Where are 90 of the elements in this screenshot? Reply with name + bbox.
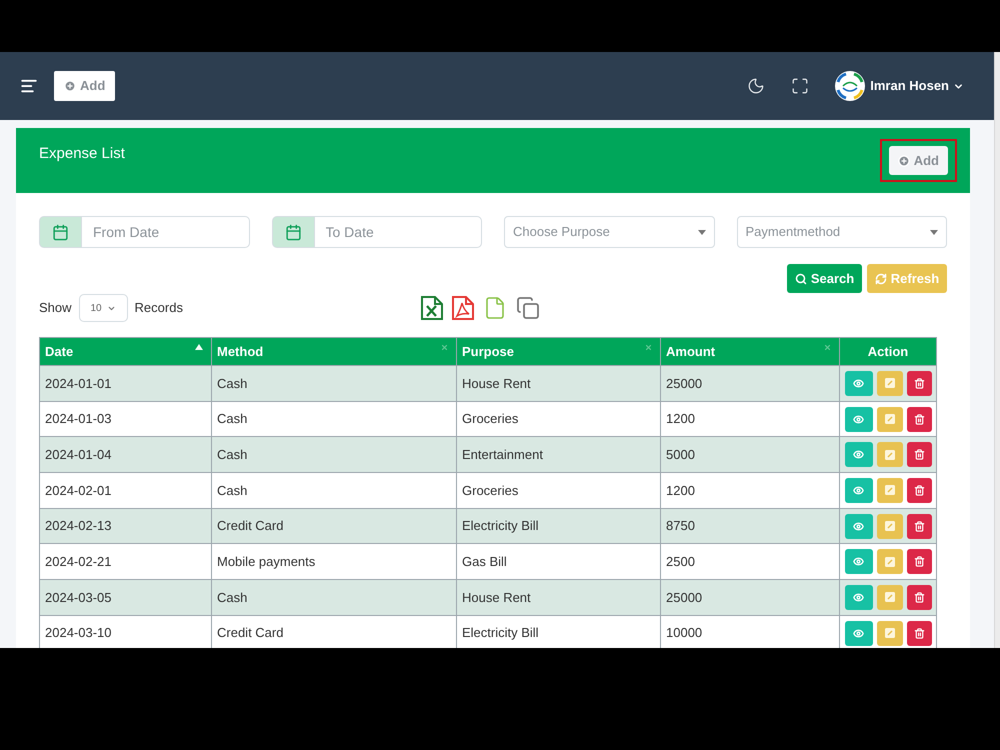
edit-icon xyxy=(884,592,894,602)
table-cell: 1200 xyxy=(660,472,840,508)
eye-icon xyxy=(853,592,864,603)
delete-button[interactable] xyxy=(906,406,932,432)
date-input[interactable]: To Date xyxy=(314,216,482,248)
edit-icon xyxy=(884,450,894,460)
column-header[interactable]: Method xyxy=(212,338,456,366)
delete-button[interactable] xyxy=(906,514,932,539)
table-cell: 25000 xyxy=(660,366,840,402)
view-button[interactable] xyxy=(844,620,872,646)
trash-icon xyxy=(914,628,924,639)
sort-icon[interactable] xyxy=(442,345,447,350)
eye-icon xyxy=(853,520,864,532)
table-cell: 2024-03-05 xyxy=(40,580,212,616)
view-button[interactable] xyxy=(844,514,872,539)
delete-button[interactable] xyxy=(906,370,932,396)
spreadsheet-file-icon[interactable] xyxy=(421,296,443,320)
user-menu[interactable]: Imran Hosen xyxy=(870,76,964,96)
eye-icon xyxy=(853,449,864,460)
caret-icon xyxy=(698,230,706,234)
eye-icon xyxy=(853,556,864,568)
select-field[interactable]: Paymentmethod xyxy=(736,216,947,248)
eye-icon xyxy=(853,628,864,639)
table-cell: House Rent xyxy=(456,366,660,402)
card-title: Expense List xyxy=(39,145,125,163)
sort-icon[interactable] xyxy=(646,345,651,350)
trash-icon xyxy=(914,592,924,603)
sort-icon[interactable] xyxy=(825,345,830,350)
eye-icon xyxy=(853,484,864,496)
pdf-file-icon[interactable] xyxy=(452,296,474,320)
view-button[interactable] xyxy=(844,442,872,468)
date-input[interactable]: From Date xyxy=(81,216,250,248)
delete-button[interactable] xyxy=(906,478,932,503)
table-cell: Cash xyxy=(212,580,456,616)
edit-icon xyxy=(884,521,894,532)
edit-icon xyxy=(884,414,894,424)
delete-button[interactable] xyxy=(906,584,932,610)
table-cell: 2024-02-01 xyxy=(40,472,212,508)
menu-icon[interactable] xyxy=(20,77,38,95)
trash-icon xyxy=(914,414,924,425)
caret-icon xyxy=(930,230,938,234)
plus-circle-icon xyxy=(64,80,76,92)
table-cell: Cash xyxy=(212,472,456,508)
column-header[interactable]: Date xyxy=(40,338,212,366)
avatar-logo-icon xyxy=(835,71,866,101)
table-cell: 25000 xyxy=(660,580,840,616)
fullscreen-icon[interactable] xyxy=(791,77,810,95)
page-size-select[interactable]: 10 xyxy=(78,294,128,322)
edit-icon xyxy=(884,556,894,567)
view-button[interactable] xyxy=(844,370,872,396)
view-button[interactable] xyxy=(844,584,872,610)
table-cell: House Rent xyxy=(456,580,660,616)
edit-icon xyxy=(884,485,894,496)
refresh-icon xyxy=(874,272,887,284)
table-cell: Cash xyxy=(212,366,456,402)
moon-icon[interactable] xyxy=(747,77,766,95)
eye-icon xyxy=(853,378,864,389)
edit-icon xyxy=(884,378,894,388)
calendar-icon xyxy=(272,216,314,248)
column-header[interactable]: Purpose xyxy=(456,338,660,366)
copy-icon[interactable] xyxy=(516,296,540,320)
trash-icon xyxy=(914,378,924,389)
records-label: Records xyxy=(134,299,183,318)
calendar-icon xyxy=(39,216,81,248)
delete-button[interactable] xyxy=(906,620,932,646)
trash-icon xyxy=(914,556,924,568)
refresh-button[interactable]: Refresh xyxy=(867,264,947,293)
add-button[interactable]: Add xyxy=(54,71,116,101)
column-header[interactable]: Amount xyxy=(660,338,840,366)
delete-button[interactable] xyxy=(906,442,932,468)
view-button[interactable] xyxy=(844,406,872,432)
add-button[interactable]: Add xyxy=(888,146,948,175)
table-cell: 2024-03-10 xyxy=(40,615,212,648)
show-label: Show xyxy=(39,299,72,318)
delete-button[interactable] xyxy=(906,549,932,574)
view-button[interactable] xyxy=(844,478,872,503)
search-button[interactable]: Search xyxy=(787,264,862,293)
trash-icon xyxy=(914,484,924,496)
trash-icon xyxy=(914,520,924,532)
search-icon xyxy=(794,272,807,284)
file-icon[interactable] xyxy=(483,296,507,320)
trash-icon xyxy=(914,449,924,460)
table-cell: Groceries xyxy=(456,472,660,508)
view-button[interactable] xyxy=(844,549,872,574)
table-cell: 2024-01-01 xyxy=(40,366,212,402)
select-field[interactable]: Choose Purpose xyxy=(504,216,714,248)
eye-icon xyxy=(853,414,864,425)
sort-arrow-icon[interactable] xyxy=(195,344,203,350)
edit-icon xyxy=(884,628,894,638)
plus-circle-icon xyxy=(898,154,910,166)
